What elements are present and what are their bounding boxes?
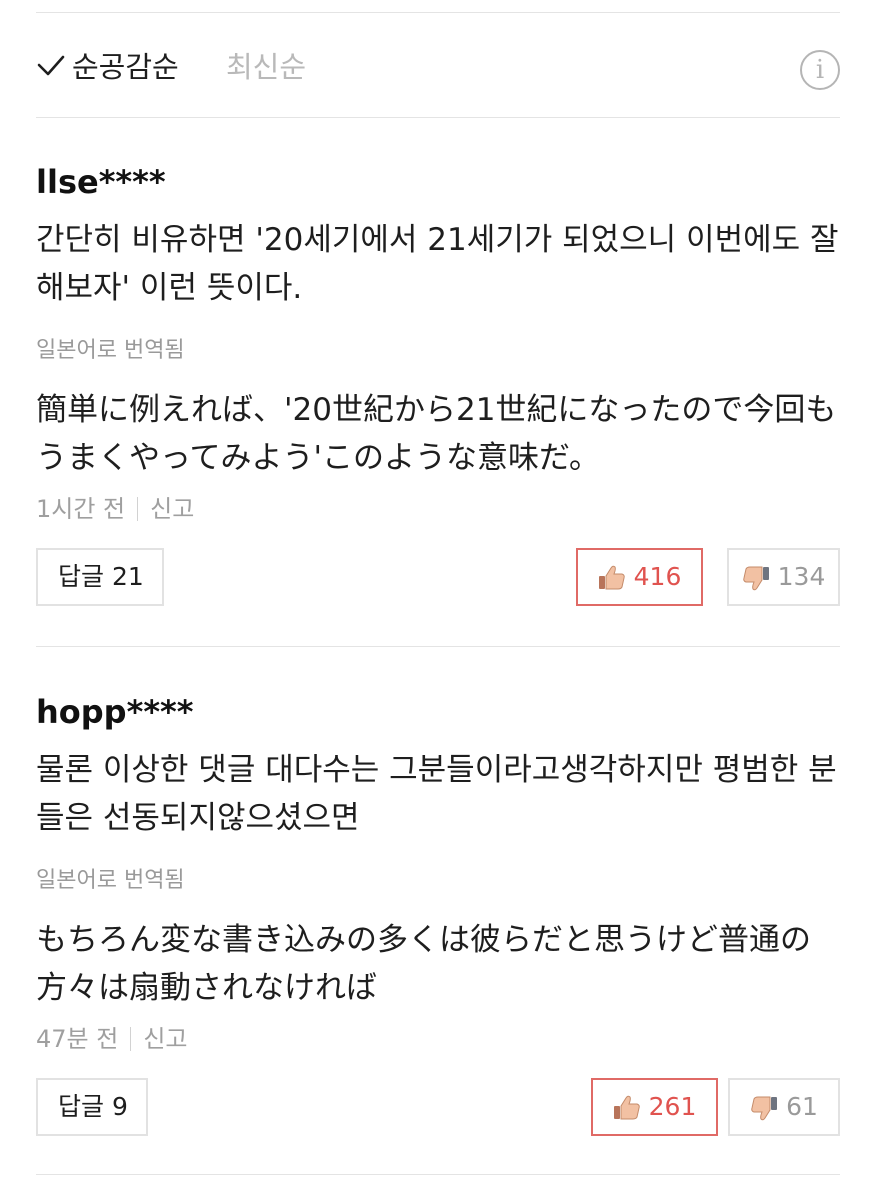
comment-time: 1시간 전 (36, 495, 126, 523)
meta-separator (130, 1027, 132, 1051)
report-link[interactable]: 신고 (150, 495, 194, 523)
like-count: 261 (648, 1092, 697, 1121)
comment-meta: 47분 전 신고 (36, 1022, 188, 1056)
like-button[interactable]: 416 (576, 548, 703, 606)
thumbs-up-icon (598, 565, 625, 590)
dislike-button[interactable]: 61 (728, 1078, 840, 1136)
thumbs-down-icon (742, 566, 769, 591)
like-button[interactable]: 261 (591, 1078, 718, 1136)
translation-label: 일본어로 번역됨 (36, 338, 185, 363)
comment-divider (36, 646, 840, 647)
sort-option-newest[interactable]: 최신순 (226, 48, 306, 86)
sort-bar: 순공감순 최신순 i (36, 36, 840, 100)
comment-author[interactable]: hopp**** (36, 690, 194, 734)
like-count: 416 (633, 562, 682, 591)
sort-option-most-liked[interactable]: 순공감순 (36, 48, 179, 86)
thumbs-down-icon (751, 1096, 778, 1121)
bottom-divider (36, 1174, 840, 1175)
report-link[interactable]: 신고 (143, 1025, 187, 1053)
top-divider (36, 12, 840, 13)
check-icon (37, 55, 65, 76)
meta-separator (137, 497, 139, 521)
comment-text: 물론 이상한 댓글 대다수는 그분들이라고생각하지만 평범한 분들은 선동되지않… (36, 752, 837, 836)
sort-option-most-liked-label: 순공감순 (72, 50, 179, 84)
info-icon[interactable]: i (800, 50, 840, 90)
reply-button[interactable]: 답글 9 (36, 1078, 148, 1136)
dislike-button[interactable]: 134 (727, 548, 840, 606)
dislike-count: 134 (777, 562, 826, 591)
translated-text: もちろん変な書き込みの多くは彼らだと思うけど普通の方々は扇動されなければ (36, 922, 811, 1006)
translated-text: 簡単に例えれば、'20世紀から21世紀になったので今回もうまくやってみよう'この… (36, 392, 837, 476)
sortbar-divider (36, 117, 840, 118)
thumbs-up-icon (613, 1095, 640, 1120)
comment-meta: 1시간 전 신고 (36, 492, 194, 526)
comment-time: 47분 전 (36, 1025, 119, 1053)
comment-text: 간단히 비유하면 '20세기에서 21세기가 되었으니 이번에도 잘해보자' 이… (36, 222, 839, 306)
reply-button[interactable]: 답글 21 (36, 548, 164, 606)
comment-author[interactable]: llse**** (36, 160, 166, 204)
translation-label: 일본어로 번역됨 (36, 868, 185, 893)
dislike-count: 61 (786, 1092, 818, 1121)
